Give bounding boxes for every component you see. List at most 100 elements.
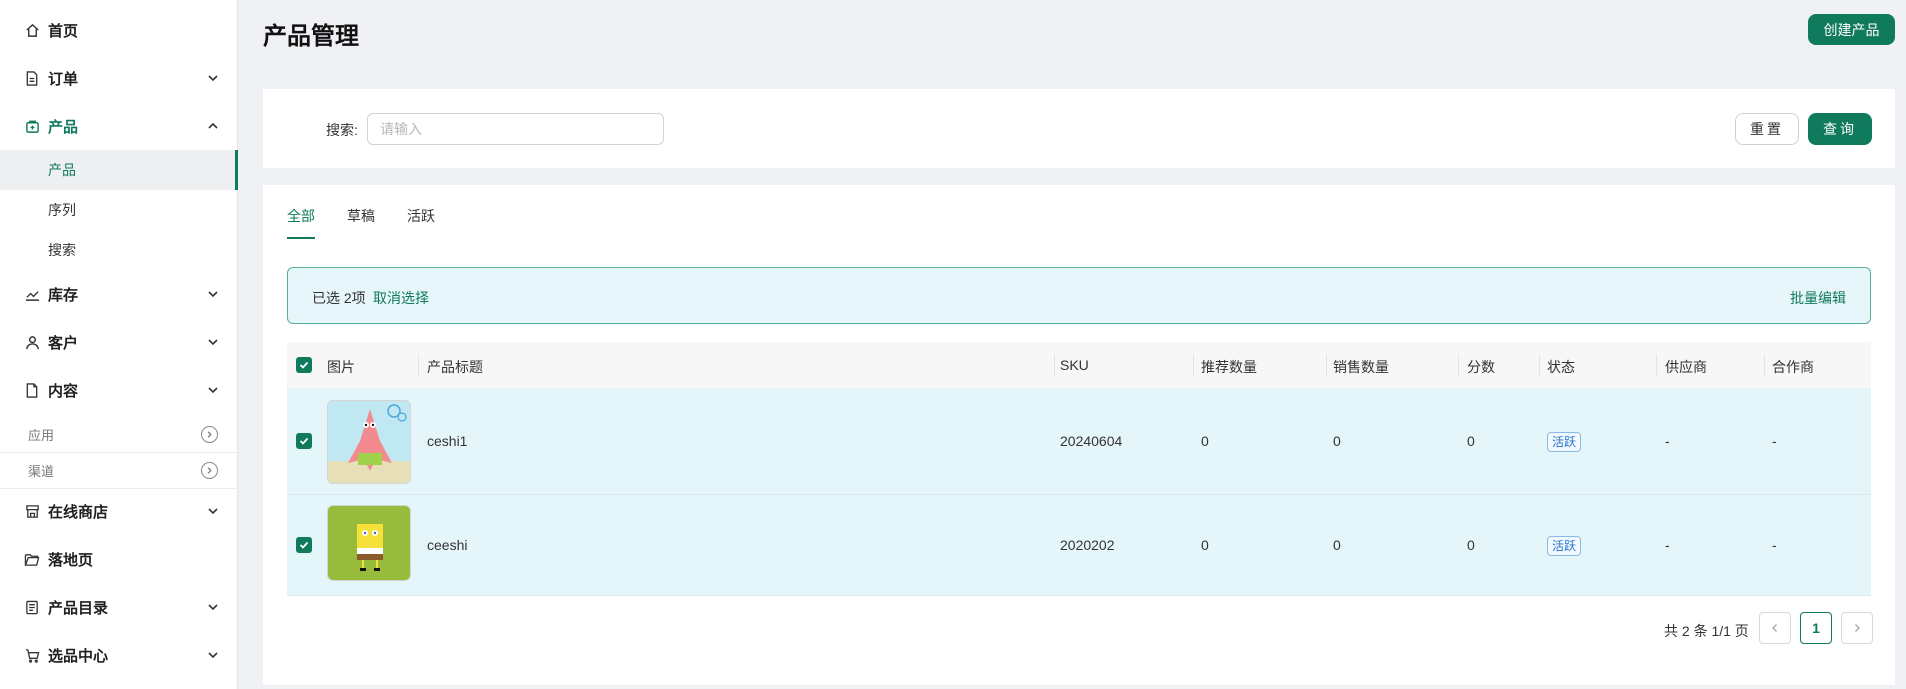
nav-orders[interactable]: 订单 <box>0 58 238 98</box>
search-input[interactable] <box>367 113 664 145</box>
product-title[interactable]: ceeshi <box>427 537 467 553</box>
table-row[interactable]: ceshi1 20240604 0 0 0 活跃 - - <box>287 388 1871 495</box>
catalog-icon <box>24 599 40 615</box>
chevron-down-icon <box>208 508 218 515</box>
store-icon <box>24 503 40 519</box>
table-header: 图片 产品标题 SKU 推荐数量 销售数量 分数 状态 供应商 合作商 <box>287 342 1871 388</box>
col-score: 分数 <box>1467 359 1495 375</box>
document-icon <box>24 70 40 86</box>
nav-inventory[interactable]: 库存 <box>0 274 238 314</box>
col-status: 状态 <box>1547 359 1575 375</box>
sidebar: 首页 订单 产品 产品 序列 搜索 库存 客户 内容 应用 渠道 在线商店 落地… <box>0 0 238 689</box>
partner: - <box>1772 537 1777 553</box>
product-thumbnail[interactable] <box>327 505 411 581</box>
nav-content[interactable]: 内容 <box>0 370 238 410</box>
column-divider <box>1326 354 1327 376</box>
product-title[interactable]: ceshi1 <box>427 433 467 449</box>
column-divider <box>1539 354 1540 376</box>
product-sku: 2020202 <box>1060 537 1115 553</box>
section-apps[interactable]: 应用 <box>0 416 238 452</box>
cancel-selection-link[interactable]: 取消选择 <box>373 288 429 308</box>
pagination: 共 2 条 1/1 页 1 <box>263 612 1895 646</box>
nav-orders-label: 订单 <box>48 70 79 88</box>
sidebar-item-collections[interactable]: 序列 <box>0 190 238 230</box>
section-apps-label: 应用 <box>28 427 55 443</box>
section-channels[interactable]: 渠道 <box>0 452 238 488</box>
nav-products[interactable]: 产品 <box>0 106 238 146</box>
col-supplier: 供应商 <box>1665 359 1707 375</box>
select-all-checkbox[interactable] <box>296 357 312 373</box>
recommended-qty: 0 <box>1201 537 1209 553</box>
chevron-left-icon <box>1772 624 1777 632</box>
col-image: 图片 <box>327 359 355 375</box>
page-title: 产品管理 <box>263 23 359 50</box>
chevron-right-icon <box>1855 624 1860 632</box>
selection-banner: 已选 2项 取消选择 批量编辑 <box>287 267 1871 324</box>
tab-all[interactable]: 全部 <box>287 203 315 239</box>
nav-home-label: 首页 <box>48 22 79 40</box>
sales-qty: 0 <box>1333 537 1341 553</box>
chevron-down-icon <box>208 604 218 611</box>
sales-qty: 0 <box>1333 433 1341 449</box>
col-sku: SKU <box>1060 357 1089 373</box>
col-recommended: 推荐数量 <box>1201 359 1257 375</box>
reset-button[interactable]: 重置 <box>1735 113 1799 145</box>
product-thumbnail[interactable] <box>327 400 411 484</box>
nav-selection-center-label: 选品中心 <box>48 647 109 665</box>
recommended-qty: 0 <box>1201 433 1209 449</box>
prev-page-button[interactable] <box>1759 612 1791 644</box>
folder-open-icon <box>24 551 40 567</box>
nav-online-store[interactable]: 在线商店 <box>0 491 238 531</box>
status-badge: 活跃 <box>1547 432 1582 452</box>
product-box-icon <box>24 118 40 134</box>
user-icon <box>24 334 40 350</box>
pagination-total: 共 2 条 1/1 页 <box>1664 623 1749 639</box>
nav-landing-page[interactable]: 落地页 <box>0 539 238 579</box>
sidebar-item-search[interactable]: 搜索 <box>0 230 238 270</box>
sidebar-item-products[interactable]: 产品 <box>0 150 238 190</box>
next-page-button[interactable] <box>1841 612 1873 644</box>
file-icon <box>24 382 40 398</box>
chevron-down-icon <box>208 387 218 394</box>
cart-icon <box>24 647 40 663</box>
create-product-button[interactable]: 创建产品 <box>1808 14 1895 45</box>
home-icon <box>24 22 40 38</box>
supplier: - <box>1665 433 1670 449</box>
check-icon <box>299 361 309 369</box>
nav-selection-center[interactable]: 选品中心 <box>0 635 238 675</box>
search-label: 搜索: <box>326 122 358 138</box>
nav-catalog[interactable]: 产品目录 <box>0 587 238 627</box>
tab-active[interactable]: 活跃 <box>407 203 435 239</box>
check-icon <box>299 437 309 445</box>
nav-online-store-label: 在线商店 <box>48 503 109 521</box>
check-icon <box>299 541 309 549</box>
col-sales: 销售数量 <box>1333 359 1389 375</box>
nav-customers[interactable]: 客户 <box>0 322 238 362</box>
page-number-button[interactable]: 1 <box>1800 612 1832 644</box>
chevron-down-icon <box>208 291 218 298</box>
col-title: 产品标题 <box>427 359 483 375</box>
product-list-panel: 全部 草稿 活跃 已选 2项 取消选择 批量编辑 图片 产品标题 SKU 推荐数… <box>263 185 1895 685</box>
nav-customers-label: 客户 <box>48 334 79 352</box>
table-row[interactable]: ceeshi 2020202 0 0 0 活跃 - - <box>287 495 1871 596</box>
spongebob-image <box>328 506 410 580</box>
column-divider <box>418 354 419 376</box>
row-checkbox[interactable] <box>296 433 312 449</box>
query-button[interactable]: 查询 <box>1808 113 1872 145</box>
row-checkbox[interactable] <box>296 537 312 553</box>
status-badge: 活跃 <box>1547 536 1582 556</box>
product-sku: 20240604 <box>1060 433 1123 449</box>
trend-chart-icon <box>24 286 40 302</box>
bulk-edit-link[interactable]: 批量编辑 <box>1790 288 1846 308</box>
tab-draft[interactable]: 草稿 <box>347 203 375 239</box>
chevron-up-icon <box>208 122 218 129</box>
circle-arrow-right-icon <box>201 426 218 443</box>
supplier: - <box>1665 537 1670 553</box>
nav-content-label: 内容 <box>48 382 79 400</box>
nav-home[interactable]: 首页 <box>0 10 238 50</box>
chevron-down-icon <box>208 339 218 346</box>
nav-products-label: 产品 <box>48 118 79 136</box>
search-panel: 搜索: 重置 查询 <box>263 89 1895 168</box>
column-divider <box>1764 354 1765 376</box>
patrick-star-image <box>328 401 410 483</box>
